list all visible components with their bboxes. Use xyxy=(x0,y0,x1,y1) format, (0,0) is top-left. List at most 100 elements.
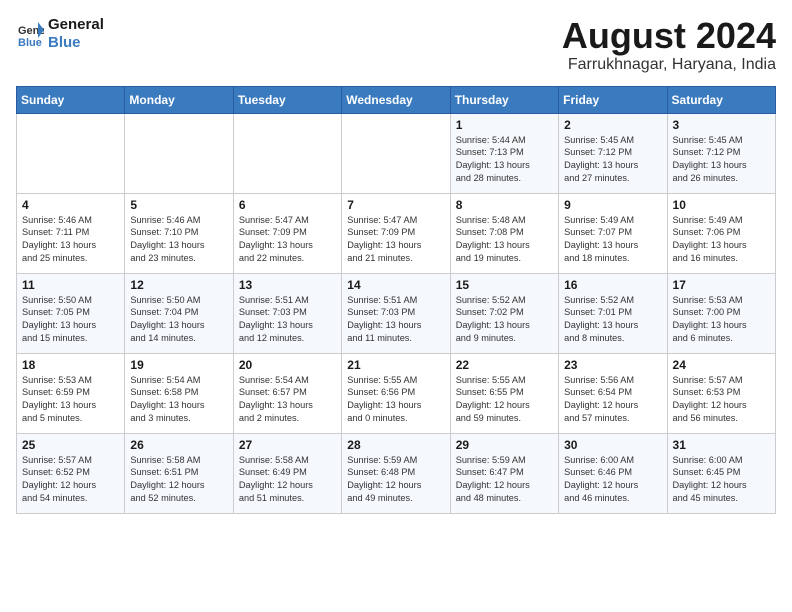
day-number: 17 xyxy=(673,278,770,292)
day-number: 19 xyxy=(130,358,227,372)
day-number: 8 xyxy=(456,198,553,212)
page-header: General Blue General Blue August 2024 Fa… xyxy=(16,16,776,74)
calendar-cell: 21 Sunrise: 5:55 AM Sunset: 6:56 PM Dayli… xyxy=(342,353,450,433)
weekday-header-monday: Monday xyxy=(125,86,233,113)
day-number: 14 xyxy=(347,278,444,292)
day-number: 16 xyxy=(564,278,661,292)
calendar-table: SundayMondayTuesdayWednesdayThursdayFrid… xyxy=(16,86,776,514)
location-subtitle: Farrukhnagar, Haryana, India xyxy=(562,56,776,74)
day-info: Sunrise: 5:45 AM Sunset: 7:12 PM Dayligh… xyxy=(564,134,661,186)
weekday-header-friday: Friday xyxy=(559,86,667,113)
day-number: 15 xyxy=(456,278,553,292)
calendar-cell: 3Sunrise: 5:45 AM Sunset: 7:12 PM Daylig… xyxy=(667,113,775,193)
day-number: 29 xyxy=(456,438,553,452)
day-number: 11 xyxy=(22,278,119,292)
logo-text: General Blue xyxy=(48,16,104,52)
calendar-cell: 8 Sunrise: 5:48 AM Sunset: 7:08 PM Daylig… xyxy=(450,193,558,273)
day-number: 20 xyxy=(239,358,336,372)
logo: General Blue General Blue xyxy=(16,16,104,52)
day-info: Sunrise: 5:56 AM Sunset: 6:54 PM Dayligh… xyxy=(564,374,661,426)
day-number: 9 xyxy=(564,198,661,212)
day-number: 6 xyxy=(239,198,336,212)
day-info: Sunrise: 5:48 AM Sunset: 7:08 PM Dayligh… xyxy=(456,214,553,266)
calendar-cell: 5 Sunrise: 5:46 AM Sunset: 7:10 PM Daylig… xyxy=(125,193,233,273)
day-number: 31 xyxy=(673,438,770,452)
day-info: Sunrise: 5:50 AM Sunset: 7:05 PM Dayligh… xyxy=(22,294,119,346)
calendar-cell: 26 Sunrise: 5:58 AM Sunset: 6:51 PM Dayli… xyxy=(125,433,233,513)
calendar-cell: 31 Sunrise: 6:00 AM Sunset: 6:45 PM Dayli… xyxy=(667,433,775,513)
day-info: Sunrise: 5:51 AM Sunset: 7:03 PM Dayligh… xyxy=(239,294,336,346)
day-number: 25 xyxy=(22,438,119,452)
calendar-cell: 19 Sunrise: 5:54 AM Sunset: 6:58 PM Dayli… xyxy=(125,353,233,433)
month-year-title: August 2024 xyxy=(562,16,776,56)
day-info: Sunrise: 5:53 AM Sunset: 6:59 PM Dayligh… xyxy=(22,374,119,426)
calendar-cell: 25Sunrise: 5:57 AM Sunset: 6:52 PM Dayli… xyxy=(17,433,125,513)
day-info: Sunrise: 6:00 AM Sunset: 6:45 PM Dayligh… xyxy=(673,454,770,506)
calendar-cell: 2Sunrise: 5:45 AM Sunset: 7:12 PM Daylig… xyxy=(559,113,667,193)
calendar-cell: 1 Sunrise: 5:44 AM Sunset: 7:13 PM Daylig… xyxy=(450,113,558,193)
day-number: 10 xyxy=(673,198,770,212)
day-number: 27 xyxy=(239,438,336,452)
day-info: Sunrise: 5:59 AM Sunset: 6:47 PM Dayligh… xyxy=(456,454,553,506)
calendar-cell: 22 Sunrise: 5:55 AM Sunset: 6:55 PM Dayli… xyxy=(450,353,558,433)
day-number: 1 xyxy=(456,118,553,132)
day-info: Sunrise: 5:52 AM Sunset: 7:01 PM Dayligh… xyxy=(564,294,661,346)
day-info: Sunrise: 5:49 AM Sunset: 7:07 PM Dayligh… xyxy=(564,214,661,266)
day-info: Sunrise: 5:58 AM Sunset: 6:51 PM Dayligh… xyxy=(130,454,227,506)
day-info: Sunrise: 6:00 AM Sunset: 6:46 PM Dayligh… xyxy=(564,454,661,506)
week-row-3: 11 Sunrise: 5:50 AM Sunset: 7:05 PM Dayli… xyxy=(17,273,776,353)
weekday-header-sunday: Sunday xyxy=(17,86,125,113)
day-info: Sunrise: 5:46 AM Sunset: 7:11 PM Dayligh… xyxy=(22,214,119,266)
calendar-cell: 18 Sunrise: 5:53 AM Sunset: 6:59 PM Dayli… xyxy=(17,353,125,433)
day-info: Sunrise: 5:47 AM Sunset: 7:09 PM Dayligh… xyxy=(239,214,336,266)
day-info: Sunrise: 5:49 AM Sunset: 7:06 PM Dayligh… xyxy=(673,214,770,266)
svg-text:Blue: Blue xyxy=(18,37,42,48)
day-info: Sunrise: 5:45 AM Sunset: 7:12 PM Dayligh… xyxy=(673,134,770,186)
day-info: Sunrise: 5:47 AM Sunset: 7:09 PM Dayligh… xyxy=(347,214,444,266)
calendar-cell: 28Sunrise: 5:59 AM Sunset: 6:48 PM Dayli… xyxy=(342,433,450,513)
calendar-cell: 30Sunrise: 6:00 AM Sunset: 6:46 PM Dayli… xyxy=(559,433,667,513)
day-number: 23 xyxy=(564,358,661,372)
day-info: Sunrise: 5:52 AM Sunset: 7:02 PM Dayligh… xyxy=(456,294,553,346)
day-info: Sunrise: 5:53 AM Sunset: 7:00 PM Dayligh… xyxy=(673,294,770,346)
day-info: Sunrise: 5:55 AM Sunset: 6:55 PM Dayligh… xyxy=(456,374,553,426)
weekday-header-tuesday: Tuesday xyxy=(233,86,341,113)
day-number: 26 xyxy=(130,438,227,452)
calendar-cell: 6 Sunrise: 5:47 AM Sunset: 7:09 PM Daylig… xyxy=(233,193,341,273)
day-info: Sunrise: 5:51 AM Sunset: 7:03 PM Dayligh… xyxy=(347,294,444,346)
day-number: 28 xyxy=(347,438,444,452)
day-info: Sunrise: 5:50 AM Sunset: 7:04 PM Dayligh… xyxy=(130,294,227,346)
day-number: 7 xyxy=(347,198,444,212)
day-number: 12 xyxy=(130,278,227,292)
week-row-1: 1 Sunrise: 5:44 AM Sunset: 7:13 PM Daylig… xyxy=(17,113,776,193)
calendar-cell: 27 Sunrise: 5:58 AM Sunset: 6:49 PM Dayli… xyxy=(233,433,341,513)
calendar-cell: 24Sunrise: 5:57 AM Sunset: 6:53 PM Dayli… xyxy=(667,353,775,433)
day-number: 18 xyxy=(22,358,119,372)
day-info: Sunrise: 5:54 AM Sunset: 6:58 PM Dayligh… xyxy=(130,374,227,426)
day-info: Sunrise: 5:44 AM Sunset: 7:13 PM Dayligh… xyxy=(456,134,553,186)
day-info: Sunrise: 5:54 AM Sunset: 6:57 PM Dayligh… xyxy=(239,374,336,426)
calendar-cell: 12 Sunrise: 5:50 AM Sunset: 7:04 PM Dayli… xyxy=(125,273,233,353)
calendar-cell xyxy=(17,113,125,193)
logo-icon: General Blue xyxy=(16,20,44,48)
calendar-cell xyxy=(342,113,450,193)
calendar-cell: 29 Sunrise: 5:59 AM Sunset: 6:47 PM Dayli… xyxy=(450,433,558,513)
day-info: Sunrise: 5:58 AM Sunset: 6:49 PM Dayligh… xyxy=(239,454,336,506)
day-info: Sunrise: 5:57 AM Sunset: 6:53 PM Dayligh… xyxy=(673,374,770,426)
title-area: August 2024 Farrukhnagar, Haryana, India xyxy=(562,16,776,74)
weekday-header-thursday: Thursday xyxy=(450,86,558,113)
calendar-cell: 17 Sunrise: 5:53 AM Sunset: 7:00 PM Dayli… xyxy=(667,273,775,353)
calendar-cell: 11 Sunrise: 5:50 AM Sunset: 7:05 PM Dayli… xyxy=(17,273,125,353)
weekday-header-wednesday: Wednesday xyxy=(342,86,450,113)
calendar-cell: 4Sunrise: 5:46 AM Sunset: 7:11 PM Daylig… xyxy=(17,193,125,273)
calendar-cell: 23 Sunrise: 5:56 AM Sunset: 6:54 PM Dayli… xyxy=(559,353,667,433)
day-info: Sunrise: 5:46 AM Sunset: 7:10 PM Dayligh… xyxy=(130,214,227,266)
calendar-cell xyxy=(125,113,233,193)
week-row-2: 4Sunrise: 5:46 AM Sunset: 7:11 PM Daylig… xyxy=(17,193,776,273)
day-number: 5 xyxy=(130,198,227,212)
day-number: 22 xyxy=(456,358,553,372)
calendar-cell xyxy=(233,113,341,193)
day-info: Sunrise: 5:55 AM Sunset: 6:56 PM Dayligh… xyxy=(347,374,444,426)
calendar-cell: 20 Sunrise: 5:54 AM Sunset: 6:57 PM Dayli… xyxy=(233,353,341,433)
day-number: 21 xyxy=(347,358,444,372)
